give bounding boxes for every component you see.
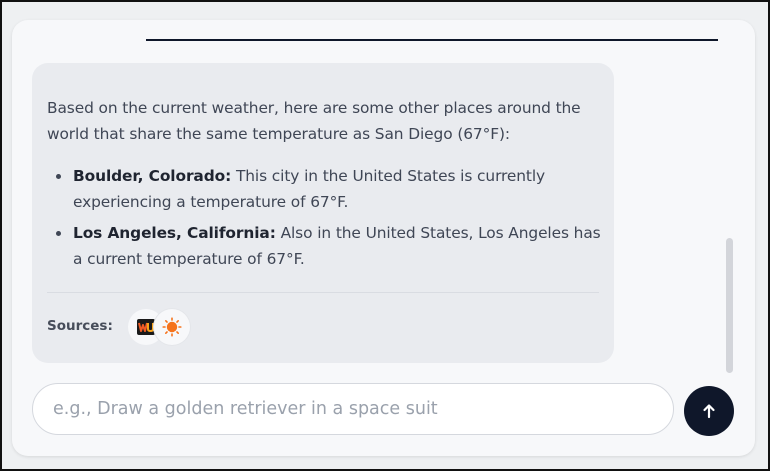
sources-label: Sources:	[47, 318, 113, 334]
weather-underground-icon	[137, 319, 155, 335]
chat-panel: Based on the current weather, here are s…	[12, 20, 755, 456]
sun-icon	[162, 317, 182, 337]
bullet-icon	[56, 174, 61, 179]
send-button[interactable]	[684, 386, 734, 436]
list-item: Los Angeles, California: Also in the Uni…	[47, 220, 607, 272]
list-item: Boulder, Colorado: This city in the Unit…	[47, 163, 607, 215]
window-frame: Based on the current weather, here are s…	[0, 0, 770, 471]
message-intro: Based on the current weather, here are s…	[47, 99, 581, 143]
place-name: Boulder, Colorado:	[73, 167, 232, 185]
chat-scrollbar[interactable]	[726, 238, 733, 373]
sources-divider	[47, 292, 599, 293]
arrow-up-icon	[703, 404, 715, 419]
assistant-message: Based on the current weather, here are s…	[32, 63, 614, 363]
places-list: Boulder, Colorado: This city in the Unit…	[47, 163, 607, 277]
source-sun[interactable]	[154, 309, 190, 345]
previous-message-edge	[146, 39, 718, 41]
prompt-input[interactable]	[32, 383, 674, 435]
place-name: Los Angeles, California:	[73, 224, 276, 242]
bullet-icon	[56, 231, 61, 236]
